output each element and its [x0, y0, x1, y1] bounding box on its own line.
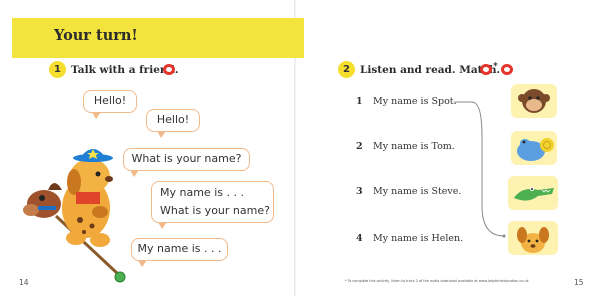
bubble-text-4a: My name is . . .: [160, 186, 244, 199]
speech-bubble-icon: [501, 64, 513, 75]
row-text-3: My name is Steve.: [373, 186, 462, 197]
hippo-picture: [511, 131, 557, 165]
bubble-tail: [157, 131, 166, 138]
bubble-tail: [138, 260, 147, 267]
asterisk-mark: *: [493, 62, 498, 72]
speech-bubble-2: Hello!: [146, 109, 200, 138]
bubble-tail: [158, 222, 167, 229]
speech-bubble-1: Hello!: [83, 90, 137, 119]
spot-on-hobby-horse-illustration: [23, 149, 126, 283]
bubble-text-1: Hello!: [93, 94, 127, 107]
row-text-1: My name is Spot.: [373, 96, 457, 107]
spot-dog-picture: [508, 221, 558, 255]
page-title: Your turn!: [54, 27, 138, 44]
listen-icon: [480, 64, 492, 75]
section-number-1: 1: [49, 61, 66, 78]
page-number-left: 14: [19, 278, 29, 287]
speech-bubble-icon: [163, 64, 175, 75]
bubble-text-4b: What is your name?: [160, 204, 270, 217]
crocodile-picture: [508, 176, 558, 210]
row-number-3: 3: [356, 186, 363, 197]
speech-bubble-4: My name is . . . What is your name?: [151, 181, 274, 229]
matching-line: [454, 101, 506, 238]
row-number-1: 1: [356, 96, 363, 107]
section-number-2: 2: [338, 61, 355, 78]
bubble-text-3: What is your name?: [131, 152, 242, 165]
footnote: * To complete this activity, listen to t…: [345, 279, 529, 283]
monkey-picture: [511, 84, 557, 118]
bubble-text-2: Hello!: [156, 113, 190, 126]
bubble-tail: [92, 112, 101, 119]
bubble-text-5: My name is . . .: [137, 242, 222, 255]
row-number-4: 4: [356, 233, 363, 244]
row-text-2: My name is Tom.: [373, 141, 455, 152]
speech-bubble-5: My name is . . .: [131, 238, 228, 267]
speech-bubble-3: What is your name?: [123, 148, 250, 177]
row-number-2: 2: [356, 141, 363, 152]
page-number-right: 15: [574, 278, 584, 287]
